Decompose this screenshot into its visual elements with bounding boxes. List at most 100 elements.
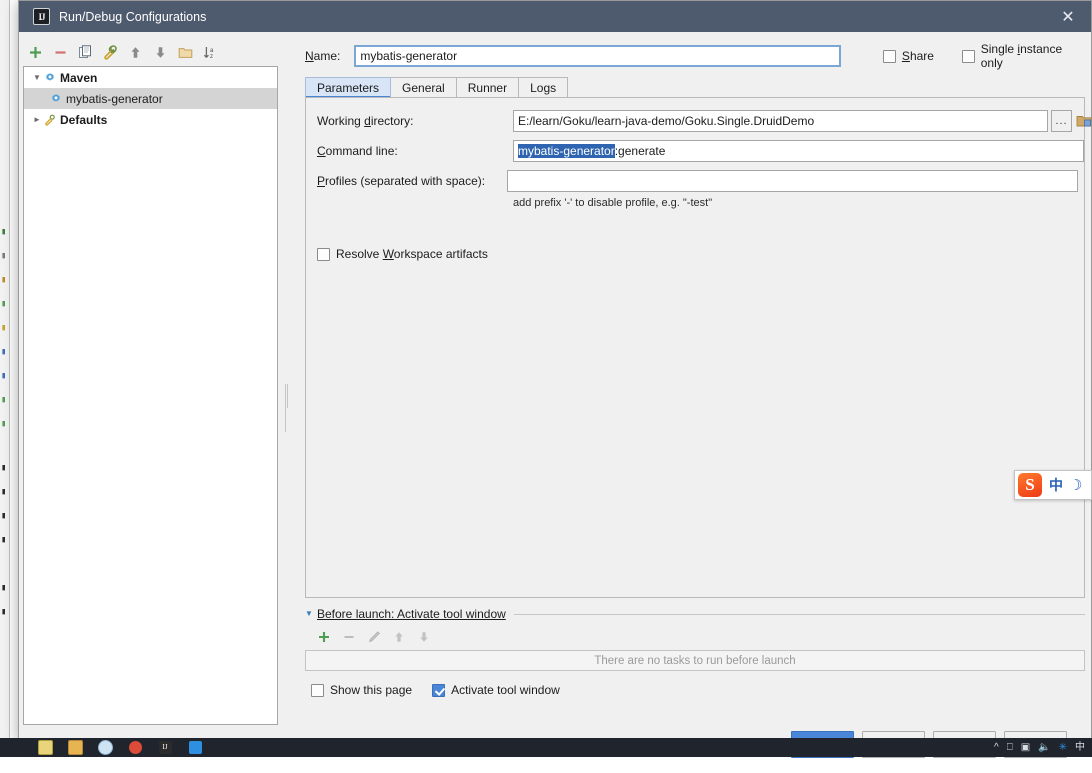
- tree-node-label: Defaults: [60, 112, 108, 127]
- taskbar-browser[interactable]: [90, 738, 120, 757]
- tab-runner[interactable]: Runner: [455, 77, 520, 98]
- resolve-workspace-artifacts-checkbox[interactable]: Resolve Workspace artifacts: [317, 247, 488, 261]
- moon-icon[interactable]: ☽: [1069, 476, 1082, 494]
- sogou-ime-bar[interactable]: S 中 ☽: [1014, 470, 1092, 500]
- show-this-page-label: Show this page: [330, 683, 413, 697]
- system-tray: ^ ⎕ ▣ 🔈 ✳ 中: [990, 738, 1092, 757]
- task-move-up-button: [386, 626, 411, 648]
- share-checkbox[interactable]: Share: [882, 49, 934, 63]
- module-folder-icon[interactable]: [1075, 111, 1092, 131]
- checkbox-box[interactable]: [311, 683, 324, 697]
- maven-gear-icon: [50, 93, 62, 105]
- tray-ime-icon[interactable]: 中: [1075, 738, 1085, 757]
- close-icon[interactable]: ✕: [1045, 1, 1091, 32]
- command-line-rest-text: :generate: [614, 144, 666, 158]
- tree-node-defaults[interactable]: ► Defaults: [24, 109, 277, 130]
- intellij-logo-icon: IJ: [33, 8, 50, 25]
- before-launch-task-list[interactable]: There are no tasks to run before launch: [305, 650, 1085, 671]
- background-code-line: ▮: [1, 227, 7, 237]
- activate-tool-window-checkbox[interactable]: Activate tool window: [432, 683, 560, 697]
- single-instance-only-label: Single instance only: [980, 42, 1063, 70]
- name-row: Name: Share Single instance only: [305, 42, 1085, 70]
- configurations-toolbar: a z: [23, 40, 278, 64]
- panel-splitter[interactable]: [281, 66, 295, 725]
- maven-gear-icon: [44, 72, 56, 84]
- background-code-line: ▮: [1, 251, 7, 261]
- tray-network-icon[interactable]: ⎕: [1007, 738, 1013, 757]
- before-launch-header[interactable]: ▼ Before launch: Activate tool window: [305, 606, 1085, 622]
- taskbar-intellij[interactable]: IJ: [150, 738, 180, 757]
- background-code-line: ▮: [1, 419, 7, 429]
- tree-node-mybatis-generator[interactable]: mybatis-generator: [24, 88, 277, 109]
- tab-logs[interactable]: Logs: [518, 77, 569, 98]
- taskbar-explorer[interactable]: [60, 738, 90, 757]
- background-code-line: ▮: [1, 299, 7, 309]
- dialog-titlebar: IJ Run/Debug Configurations ✕: [19, 1, 1091, 32]
- sort-az-icon[interactable]: a z: [198, 41, 223, 63]
- profiles-input[interactable]: [507, 170, 1078, 192]
- name-row-checkboxes: Share Single instance only: [882, 42, 1085, 70]
- background-code-line: ▮: [1, 323, 7, 333]
- command-line-row: Command line: mybatis-generator:generate: [317, 140, 1084, 162]
- tray-display-icon[interactable]: ▣: [1021, 738, 1030, 757]
- profiles-row: Profiles (separated with space):: [317, 170, 1078, 192]
- background-code-line: ▮: [1, 583, 7, 593]
- checkbox-box[interactable]: [432, 683, 446, 697]
- start-button[interactable]: [0, 738, 30, 757]
- ime-mode-indicator[interactable]: 中: [1049, 475, 1063, 495]
- show-this-page-checkbox[interactable]: Show this page: [311, 683, 412, 697]
- windows-taskbar: IJ ^ ⎕ ▣ 🔈 ✳ 中: [0, 738, 1092, 757]
- remove-task-button: [336, 626, 361, 648]
- command-line-input[interactable]: mybatis-generator:generate: [513, 140, 1084, 162]
- before-launch-divider: [513, 613, 1085, 615]
- background-code-line: ▮: [1, 535, 7, 545]
- run-debug-configurations-dialog: IJ Run/Debug Configurations ✕ a z ▼ Mave…: [18, 0, 1092, 758]
- name-label: Name:: [305, 49, 341, 63]
- working-directory-label: Working directory:: [317, 114, 414, 128]
- tray-app-icon[interactable]: ✳: [1059, 738, 1067, 757]
- tray-chevron-up-icon[interactable]: ^: [994, 738, 999, 757]
- command-line-label: Command line:: [317, 144, 398, 158]
- save-configuration-button[interactable]: [98, 41, 123, 63]
- chevron-right-icon[interactable]: ►: [30, 109, 44, 130]
- single-instance-only-checkbox[interactable]: Single instance only: [961, 42, 1085, 70]
- checkbox-box[interactable]: [961, 49, 975, 63]
- taskbar-star-app[interactable]: [180, 738, 210, 757]
- browse-directory-button[interactable]: ...: [1051, 110, 1072, 132]
- folder-icon[interactable]: [173, 41, 198, 63]
- before-launch-options: Show this page Activate tool window: [305, 683, 1085, 697]
- configurations-tree[interactable]: ▼ Maven mybatis-generator ► Defaults: [23, 66, 278, 725]
- arrow-up-icon[interactable]: [123, 41, 148, 63]
- pencil-icon: [361, 626, 386, 648]
- checkbox-box[interactable]: [317, 247, 330, 261]
- dialog-body: a z ▼ Maven mybatis-generator ► Defaults…: [19, 32, 1092, 758]
- tray-volume-icon[interactable]: 🔈: [1038, 738, 1050, 757]
- add-configuration-button[interactable]: [23, 41, 48, 63]
- copy-icon[interactable]: [73, 41, 98, 63]
- working-directory-input[interactable]: E:/learn/Goku/learn-java-demo/Goku.Singl…: [513, 110, 1048, 132]
- sogou-logo-icon[interactable]: S: [1018, 473, 1042, 497]
- tree-node-maven[interactable]: ▼ Maven: [24, 67, 277, 88]
- chevron-down-icon[interactable]: ▼: [30, 67, 44, 88]
- parameters-panel: Working directory: E:/learn/Goku/learn-j…: [305, 97, 1092, 598]
- tab-parameters[interactable]: Parameters: [305, 77, 392, 98]
- before-launch-toolbar: [305, 624, 1085, 650]
- checkbox-box[interactable]: [882, 49, 896, 63]
- triangle-down-icon[interactable]: ▼: [305, 610, 315, 618]
- command-line-selected-text: mybatis-generator: [518, 144, 615, 158]
- background-code-line: ▮: [1, 463, 7, 473]
- tab-general[interactable]: General: [390, 77, 457, 98]
- configuration-name-input[interactable]: [354, 45, 841, 67]
- taskbar-notepad[interactable]: [30, 738, 60, 757]
- add-task-button[interactable]: [311, 626, 336, 648]
- background-code-line: ▮: [1, 347, 7, 357]
- background-code-line: ▮: [1, 275, 7, 285]
- taskbar-chrome[interactable]: [120, 738, 150, 757]
- wrench-key-icon: [44, 114, 56, 126]
- splitter-grip[interactable]: [285, 384, 290, 432]
- arrow-down-icon[interactable]: [148, 41, 173, 63]
- remove-configuration-button[interactable]: [48, 41, 73, 63]
- profiles-label: Profiles (separated with space):: [317, 174, 486, 188]
- dialog-title: Run/Debug Configurations: [59, 9, 207, 24]
- activate-tool-window-label: Activate tool window: [451, 683, 560, 697]
